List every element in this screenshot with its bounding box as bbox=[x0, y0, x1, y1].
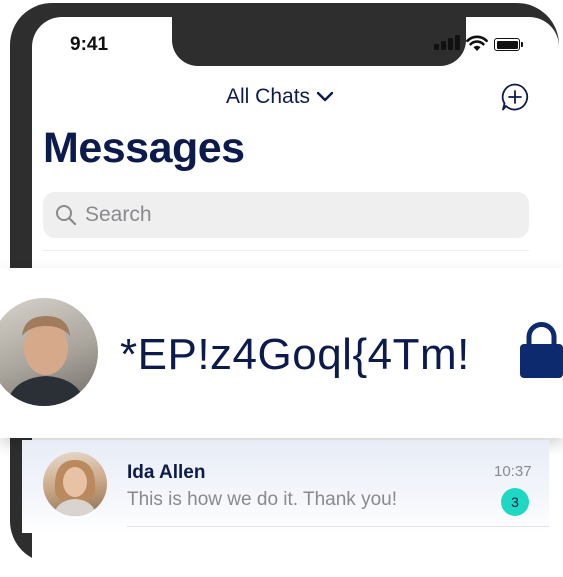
page-title: Messages bbox=[43, 124, 245, 172]
battery-icon bbox=[494, 38, 523, 51]
search-bar[interactable] bbox=[43, 192, 529, 238]
chat-name: Ida Allen bbox=[127, 462, 206, 483]
wifi-icon bbox=[466, 35, 488, 51]
new-chat-icon[interactable] bbox=[500, 82, 530, 112]
message-text: *EP!z4Goql{4Tm! bbox=[120, 330, 470, 379]
status-icons bbox=[434, 35, 530, 53]
notch bbox=[172, 17, 466, 66]
search-input[interactable] bbox=[83, 202, 507, 228]
status-time: 9:41 bbox=[70, 34, 109, 55]
zoomed-message-card: *EP!z4Goql{4Tm! bbox=[0, 268, 563, 438]
chat-list-item[interactable]: Ida Allen This is how we do it. Thank yo… bbox=[22, 440, 549, 533]
divider bbox=[127, 526, 549, 527]
divider bbox=[43, 250, 529, 251]
chat-timestamp: 10:37 bbox=[494, 463, 532, 480]
chevron-down-icon bbox=[316, 91, 334, 102]
lock-icon bbox=[520, 322, 563, 378]
search-icon bbox=[56, 205, 77, 226]
avatar bbox=[43, 452, 107, 516]
avatar bbox=[0, 298, 98, 406]
chat-filter-label: All Chats bbox=[226, 85, 311, 108]
chat-filter-dropdown[interactable]: All Chats bbox=[226, 85, 334, 109]
chat-preview: This is how we do it. Thank you! bbox=[127, 489, 397, 510]
signal-icon bbox=[434, 35, 460, 53]
unread-badge: 3 bbox=[501, 488, 529, 516]
